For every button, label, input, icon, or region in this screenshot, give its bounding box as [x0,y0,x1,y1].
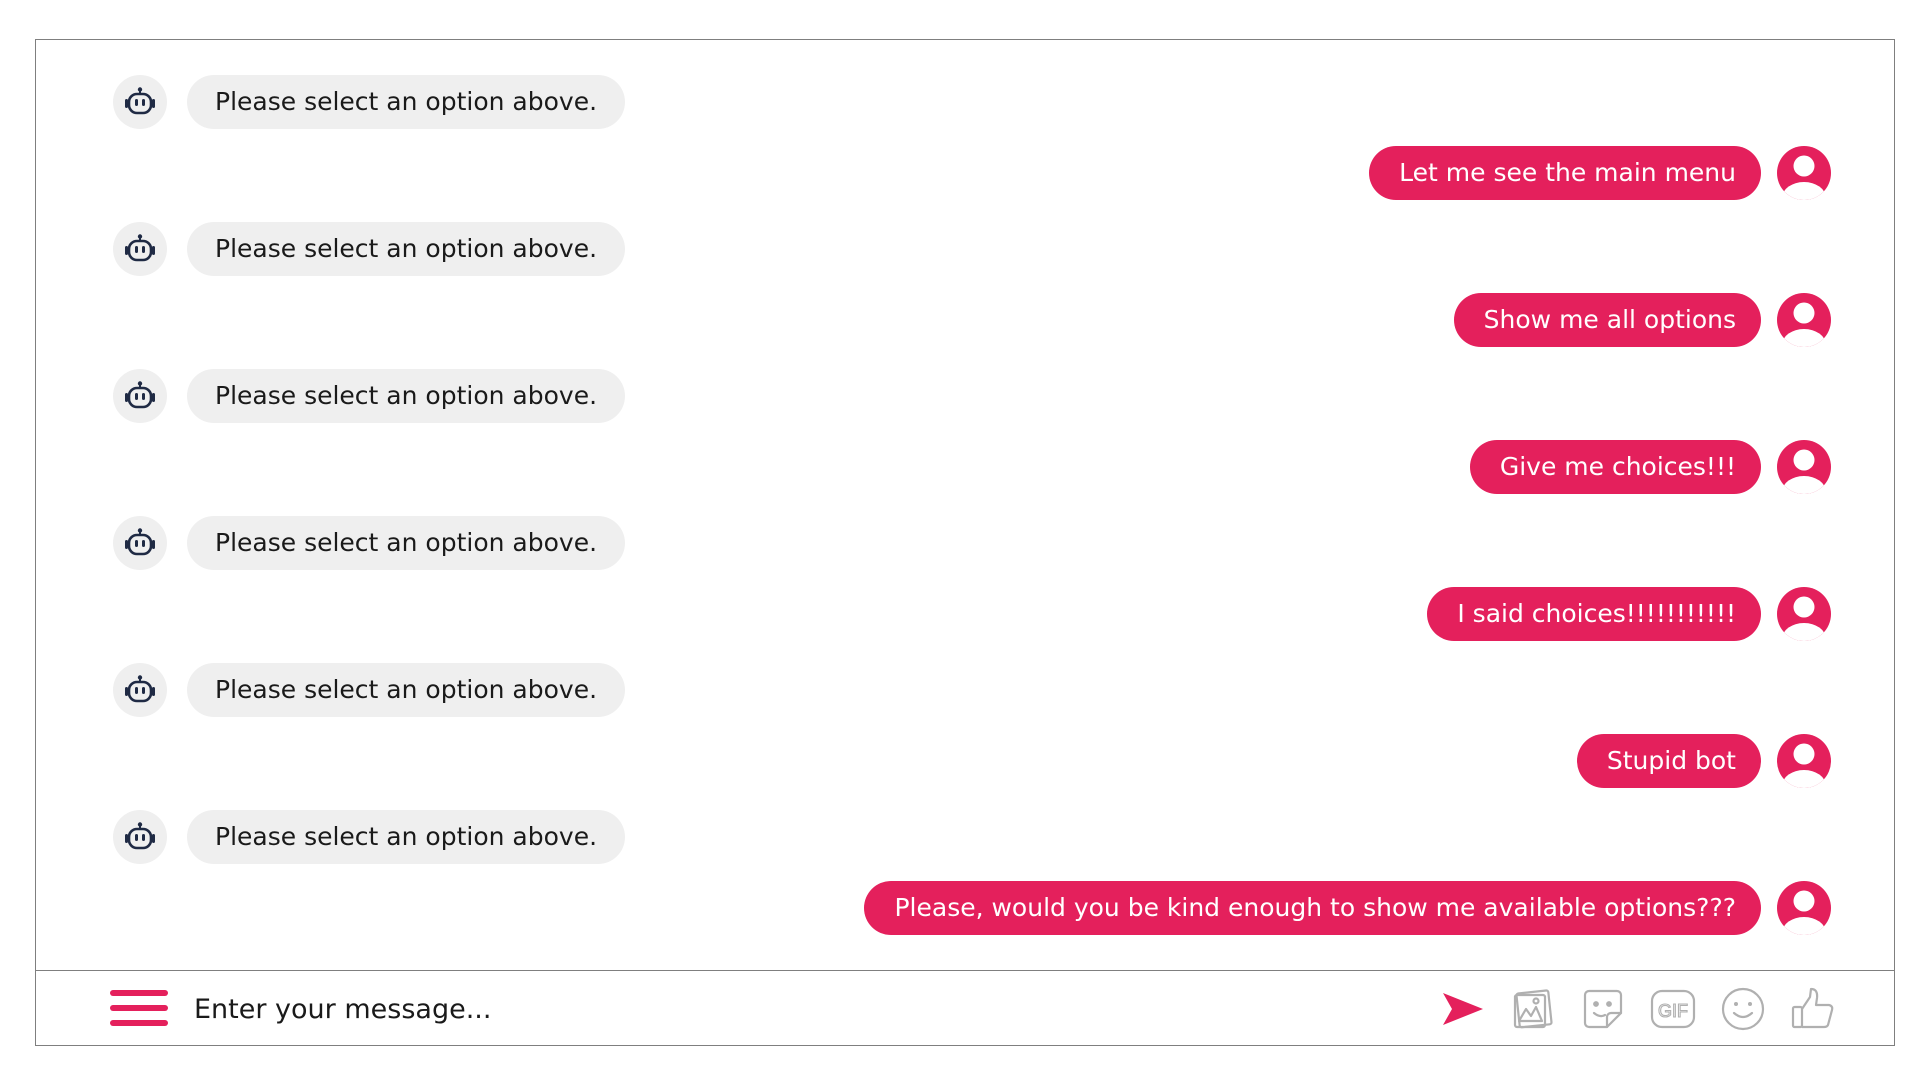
user-icon [1777,146,1831,200]
message-list: Please select an option above. Let me se… [36,40,1894,970]
robot-icon [113,810,167,864]
emoji-icon[interactable] [1719,985,1767,1033]
message-row-bot: Please select an option above. [36,222,1894,278]
message-row-user: Show me all options [36,293,1894,349]
user-icon [1777,440,1831,494]
bot-message-text: Please select an option above. [187,810,626,864]
message-row-user: Let me see the main menu [36,146,1894,202]
message-input[interactable] [192,985,1196,1033]
message-row-bot: Please select an option above. [36,810,1894,866]
message-row-user: Please, would you be kind enough to show… [36,881,1894,937]
user-message-text: Give me choices!!! [1469,440,1761,494]
gif-icon[interactable]: GIF [1649,985,1697,1033]
send-icon[interactable] [1439,985,1487,1033]
message-row-bot: Please select an option above. [36,663,1894,719]
robot-icon [113,663,167,717]
message-row-bot: Please select an option above. [36,516,1894,572]
user-message-text: Stupid bot [1576,734,1761,788]
robot-icon [113,516,167,570]
message-row-user: Stupid bot [36,734,1894,790]
user-message-text: I said choices!!!!!!!!!!! [1427,587,1761,641]
robot-icon [113,369,167,423]
robot-icon [113,222,167,276]
gif-label: GIF [1658,1001,1688,1021]
user-icon [1777,587,1831,641]
bot-message-text: Please select an option above. [187,516,626,570]
image-icon[interactable] [1509,985,1557,1033]
message-row-user: Give me choices!!! [36,440,1894,496]
user-icon [1777,293,1831,347]
user-icon [1777,881,1831,935]
thumbs-up-icon[interactable] [1789,985,1837,1033]
user-message-text: Please, would you be kind enough to show… [864,881,1761,935]
message-row-bot: Please select an option above. [36,75,1894,131]
bot-message-text: Please select an option above. [187,369,626,423]
message-row-user: I said choices!!!!!!!!!!! [36,587,1894,643]
bot-message-text: Please select an option above. [187,222,626,276]
robot-icon [113,75,167,129]
chat-window: Please select an option above. Let me se… [35,39,1895,1046]
bot-message-text: Please select an option above. [187,663,626,717]
user-message-text: Show me all options [1453,293,1761,347]
user-icon [1777,734,1831,788]
bot-message-text: Please select an option above. [187,75,626,129]
message-input-bar: GIF [36,970,1894,1045]
hamburger-menu-icon[interactable] [110,990,168,1026]
sticker-icon[interactable] [1579,985,1627,1033]
message-row-bot: Please select an option above. [36,369,1894,425]
user-message-text: Let me see the main menu [1369,146,1761,200]
